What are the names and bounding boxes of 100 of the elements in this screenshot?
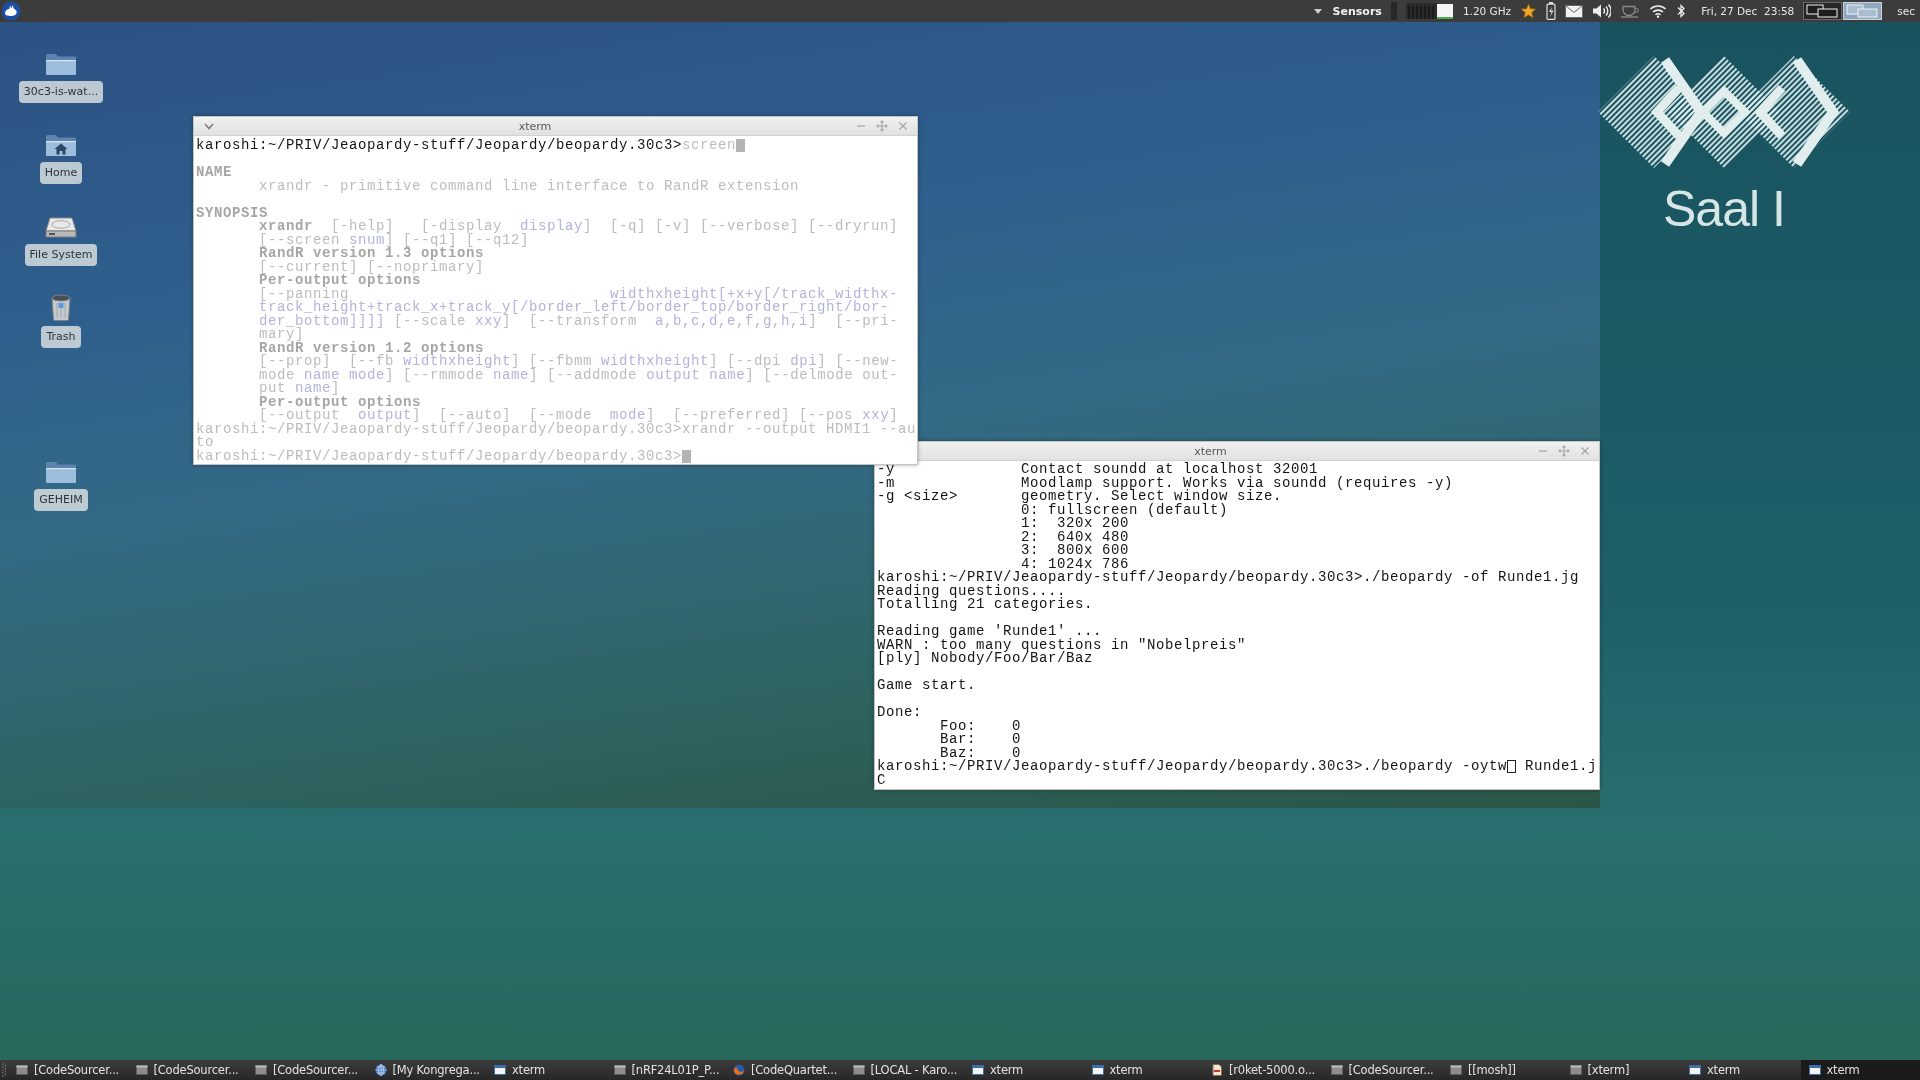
option-description: Moodlamp support. Works via soundd (requires -y) [1021, 476, 1454, 490]
terminal-text: [ply] Nobody/Foo/Bar/Baz [877, 652, 1094, 666]
taskbar-button[interactable]: xterm [1800, 1060, 1920, 1080]
panel-label: sec [1897, 5, 1915, 17]
terminal-text: xrandr [-help] [-display display] [-q] [-v] [--verbose] [--dryrun] [259, 220, 899, 234]
taskbar-button[interactable]: [CodeSourcer... [1322, 1060, 1442, 1080]
terminal-icon [1689, 1064, 1701, 1076]
bluetooth-icon[interactable] [1676, 3, 1687, 19]
icon-label[interactable]: Trash [41, 326, 81, 348]
cpu-frequency: 1.20 GHz [1462, 5, 1512, 17]
terminal-text: put name] [259, 382, 341, 396]
envelope-icon[interactable] [1565, 4, 1584, 18]
taskbar-button[interactable]: [CodeSourcer... [127, 1060, 247, 1080]
terminal-text: [--panning widthxheight[+x+y[/track_widthx- [259, 287, 899, 301]
terminal-text: [--prop] [--fb widthxheight] [--fbmm widthxheight] [--dpi dpi] [--new- [259, 355, 899, 369]
window-icon [613, 1064, 626, 1076]
taskbar-button[interactable]: xterm [1681, 1060, 1801, 1080]
command-line: karoshi:~/PRIV/Jeaopardy-stuff/Jeopardy/beopardy.30c3> [196, 449, 683, 463]
icon-label[interactable]: GEHEIM [34, 489, 88, 511]
terminal-text: Game start. [877, 679, 976, 693]
workspace-thumbnail[interactable] [1803, 2, 1843, 20]
cpu-graph-icon [1405, 3, 1454, 19]
terminal-text: [--screen snum] [--q1] [--q12] [259, 233, 530, 247]
terminal-text: mode name mode] [--rmmode name] [--addmode output name] [--delmode out- [259, 368, 899, 382]
taskbar-button[interactable]: xterm [486, 1060, 606, 1080]
option-description: Contact soundd at localhost 32001 [1021, 463, 1319, 477]
volume-icon[interactable] [1592, 3, 1612, 19]
hard-drive-icon[interactable] [45, 215, 77, 239]
terminal-icon [972, 1064, 984, 1076]
terminal-icon [494, 1064, 506, 1076]
option-name: -m [877, 476, 895, 490]
option-name: -g <size> [877, 490, 958, 504]
subsection-heading: RandR version 1.3 options [259, 247, 485, 261]
command-line: karoshi:~/PRIV/Jeaopardy-stuff/Jeopardy/beopardy.30c3>screen [196, 139, 737, 153]
terminal-text: Foo: 0 [940, 719, 1021, 733]
battery-icon[interactable] [1546, 2, 1557, 20]
document-icon [1211, 1064, 1223, 1076]
taskbar-button[interactable]: [CodeQuartet... [725, 1060, 845, 1080]
caret-icon[interactable] [1313, 8, 1322, 14]
command-line: karoshi:~/PRIV/Jeaopardy-stuff/Jeopardy/beopardy.30c3>./beopardy -oytw [877, 760, 1508, 774]
star-icon[interactable] [1520, 3, 1538, 19]
trash-icon[interactable] [50, 293, 72, 321]
taskbar-button[interactable]: [[mosh]] [1442, 1060, 1562, 1080]
swirl-icon [733, 1064, 745, 1076]
taskbar-button[interactable]: xterm [1083, 1060, 1203, 1080]
section-heading: SYNOPSIS [196, 206, 268, 220]
grip-handle-icon[interactable] [1, 1062, 7, 1078]
wifi-icon[interactable] [1649, 4, 1668, 18]
option-description: 1: 320x 200 [1021, 517, 1130, 531]
option-description: 4: 1024x 786 [1021, 557, 1130, 571]
terminal-text: [--current] [--noprimary] [259, 260, 485, 274]
taskbar-button[interactable]: [CodeSourcer... [247, 1060, 367, 1080]
window-title: xterm [518, 119, 552, 133]
taskbar-button[interactable]: [xterm] [1561, 1060, 1681, 1080]
terminal-text: track_height+track_x+track_y[/border_left/border_top/border_right/bor- [259, 301, 890, 315]
command-line: karoshi:~/PRIV/Jeaopardy-stuff/Jeopardy/beopardy.30c3>./beopardy -of Runde1.jg [877, 571, 1580, 585]
terminal-icon [1091, 1064, 1104, 1076]
terminal-text: der_bottom]]]] [--scale xxy] [--transform a,b,c,d,e,f,g,h,i] [--pri- [259, 314, 899, 328]
taskbar-button[interactable]: [nRF24L01P_P... [605, 1060, 725, 1080]
command-line: karoshi:~/PRIV/Jeaopardy-stuff/Jeopardy/beopardy.30c3>xrandr --output HDMI1 --au [196, 422, 917, 436]
icon-label[interactable]: 30c3-is-wat... [18, 81, 104, 103]
option-name: -y [877, 463, 895, 477]
logo-caption: Saal I [1663, 184, 1785, 234]
taskbar-button[interactable]: [r0ket-5000.o... [1203, 1060, 1323, 1080]
terminal-text: mary] [259, 328, 304, 342]
mouse-logo-icon[interactable] [1, 1, 21, 21]
taskbar-button[interactable]: [CodeSourcer... [8, 1060, 128, 1080]
window-icon [255, 1064, 267, 1076]
terminal-icon [1808, 1064, 1821, 1076]
terminal-text: Done: [877, 706, 922, 720]
terminal-text: Bar: 0 [940, 733, 1021, 747]
cup-icon[interactable] [1620, 4, 1641, 18]
terminal-text: [--output output] [--auto] [--mode mode] [--preferred] [--pos xxy] [259, 409, 899, 423]
terminal-text: Totalling 21 categories. [877, 598, 1094, 612]
clock[interactable]: Fri, 27 Dec 23:58 [1701, 5, 1795, 17]
terminal-text: Reading game 'Runde1' ... [877, 625, 1103, 639]
window-icon [1569, 1064, 1582, 1076]
taskbar-button[interactable]: xterm [964, 1060, 1084, 1080]
window-icon [1450, 1064, 1462, 1076]
terminal-text: Reading questions.... [877, 584, 1067, 598]
option-description: 3: 800x 600 [1021, 544, 1130, 558]
window-icon [135, 1064, 148, 1076]
terminal-text: xrandr - primitive command line interface to RandR extension [259, 179, 800, 193]
window-icon [1330, 1064, 1343, 1076]
globe-icon [374, 1064, 387, 1076]
terminal-text: C [877, 773, 886, 787]
option-description: geometry. Select window size. [1021, 490, 1283, 504]
window-title: xterm [1194, 444, 1227, 458]
sensors-button[interactable]: Sensors [1332, 4, 1382, 18]
subsection-heading: Per-output options [259, 274, 422, 288]
icon-label[interactable]: Home [39, 162, 83, 184]
option-description: 0: fullscreen (default) [1021, 503, 1229, 517]
subsection-heading: RandR version 1.2 options [259, 341, 485, 355]
taskbar-button[interactable]: [LOCAL - Karo... [844, 1060, 964, 1080]
terminal-text: Baz: 0 [940, 746, 1021, 760]
taskbar-button[interactable]: [My Kongrega... [366, 1060, 486, 1080]
icon-label[interactable]: File System [24, 244, 98, 266]
command-text: Runde1.j [1525, 760, 1598, 774]
window-icon [852, 1064, 865, 1076]
terminal-text: WARN : too many questions in "Nobelpreis" [877, 638, 1247, 652]
